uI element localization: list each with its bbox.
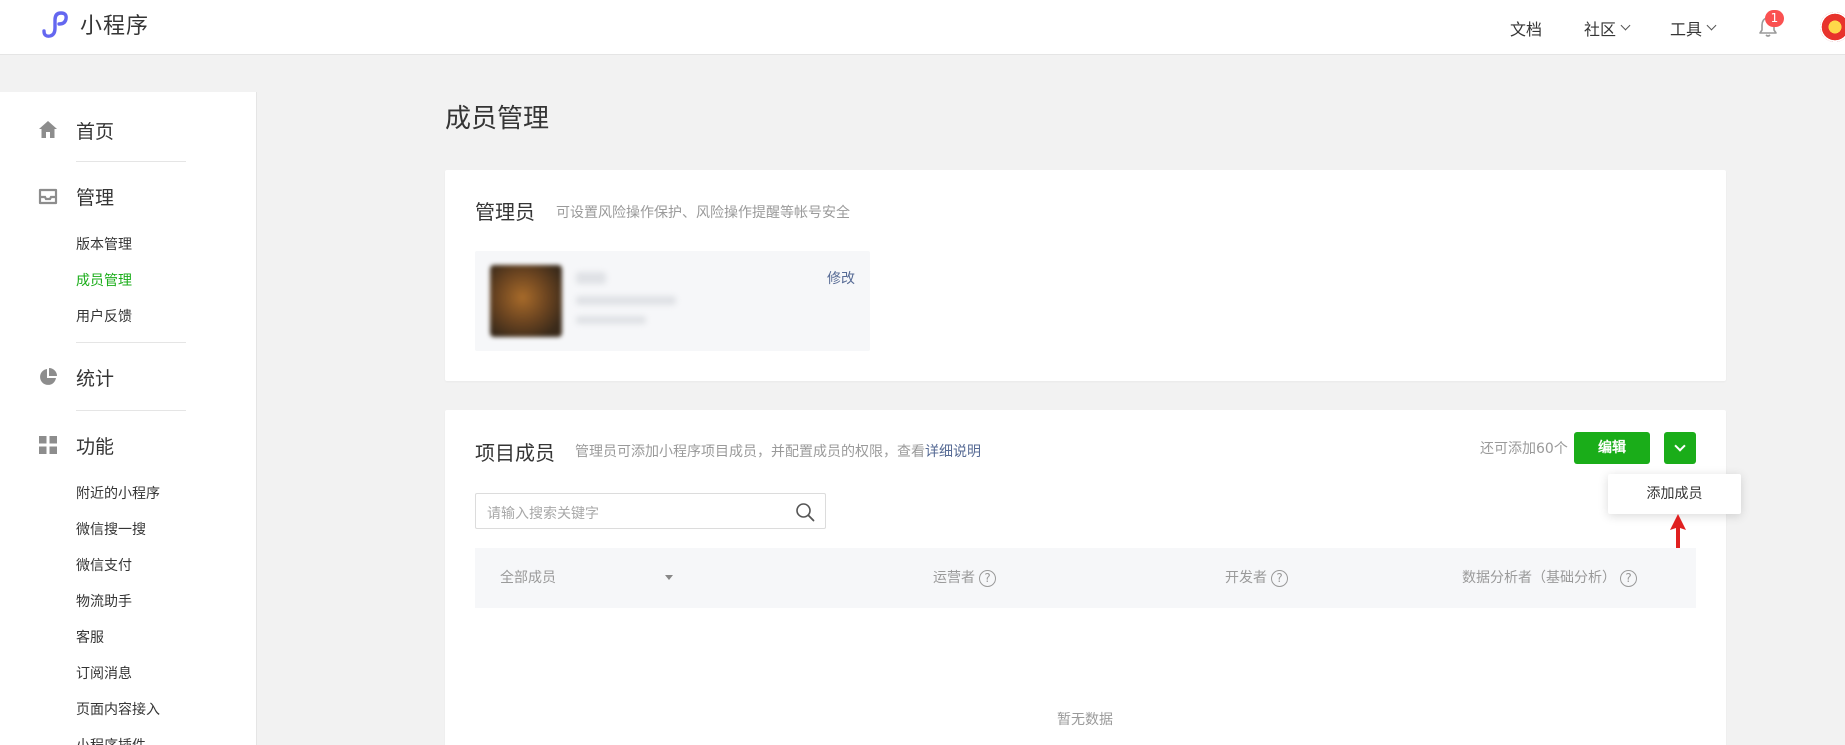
members-desc: 管理员可添加小程序项目成员，并配置成员的权限，查看详细说明 <box>575 441 981 461</box>
nav-community-label: 社区 <box>1584 19 1617 39</box>
nav-docs[interactable]: 文档 <box>1510 0 1542 55</box>
column-analyst-label: 数据分析者（基础分析） <box>1462 570 1616 586</box>
sidebar-item-subscribe[interactable]: 订阅消息 <box>76 664 132 684</box>
search-placeholder: 请输入搜索关键字 <box>487 506 599 522</box>
admin-id-blurred <box>576 296 676 305</box>
help-icon[interactable]: ? <box>979 569 996 587</box>
sidebar-item-features-label: 功能 <box>76 435 115 458</box>
members-desc-text: 管理员可添加小程序项目成员，并配置成员的权限，查看 <box>575 444 925 460</box>
column-developer: 开发者? <box>1225 548 1288 608</box>
nav-tools[interactable]: 工具 <box>1670 0 1717 55</box>
column-operator-label: 运营者 <box>933 570 975 586</box>
help-icon[interactable]: ? <box>1620 569 1637 587</box>
sidebar-item-features[interactable]: 功能 <box>0 425 257 465</box>
sidebar-item-search[interactable]: 微信搜一搜 <box>76 520 146 540</box>
sidebar: 首页 管理 版本管理 成员管理 用户反馈 统计 功能 附近的小程序 微信搜一搜 … <box>0 92 257 745</box>
caret-down-icon <box>665 575 673 580</box>
sidebar-item-home[interactable]: 首页 <box>0 110 257 150</box>
mini-program-logo-icon <box>42 11 68 38</box>
column-all-members: 全部成员 <box>500 570 556 586</box>
sidebar-item-pay[interactable]: 微信支付 <box>76 556 132 576</box>
sidebar-item-manage-label: 管理 <box>76 186 115 209</box>
column-developer-label: 开发者 <box>1225 570 1267 586</box>
help-icon[interactable]: ? <box>1271 569 1288 587</box>
filter-all-members[interactable]: 全部成员 <box>500 548 673 608</box>
chevron-down-icon <box>1620 20 1631 30</box>
more-dropdown-button[interactable] <box>1664 432 1696 464</box>
sidebar-item-stats[interactable]: 统计 <box>0 357 257 397</box>
sidebar-divider <box>76 410 186 411</box>
admin-name-blurred <box>576 272 606 284</box>
search-icon[interactable] <box>795 502 815 522</box>
sidebar-item-stats-label: 统计 <box>76 367 115 390</box>
inbox-icon <box>38 188 58 205</box>
sidebar-item-nearby[interactable]: 附近的小程序 <box>76 484 160 504</box>
edit-button[interactable]: 编辑 <box>1574 432 1650 464</box>
chevron-down-icon <box>1674 440 1686 452</box>
app-name: 小程序 <box>80 14 150 39</box>
sidebar-item-feedback[interactable]: 用户反馈 <box>76 307 132 327</box>
chevron-down-icon <box>1706 20 1717 30</box>
logo[interactable]: 小程序 <box>38 9 149 39</box>
empty-state-text: 暂无数据 <box>1057 712 1113 728</box>
members-detail-link[interactable]: 详细说明 <box>925 444 981 460</box>
top-bar: 小程序 文档 社区 工具 1 <box>0 0 1845 55</box>
notification-badge: 1 <box>1765 10 1784 27</box>
nav-community[interactable]: 社区 <box>1584 0 1631 55</box>
sidebar-divider <box>76 161 186 162</box>
nav-tools-label: 工具 <box>1670 19 1703 39</box>
members-table-header: 全部成员 运营者? 开发者? 数据分析者（基础分析）? <box>475 548 1696 608</box>
sidebar-item-manage[interactable]: 管理 <box>0 176 257 216</box>
members-title: 项目成员 <box>475 441 555 465</box>
grid-icon <box>39 436 57 454</box>
admin-desc: 可设置风险操作保护、风险操作提醒等帐号安全 <box>556 205 850 221</box>
pie-chart-icon <box>40 368 57 385</box>
admin-title: 管理员 <box>475 200 535 224</box>
page-title: 成员管理 <box>445 104 550 134</box>
sidebar-item-content[interactable]: 页面内容接入 <box>76 700 160 720</box>
admin-meta-blurred <box>576 316 646 324</box>
sidebar-item-members[interactable]: 成员管理 <box>76 271 132 291</box>
column-operator: 运营者? <box>933 548 996 608</box>
sidebar-item-version[interactable]: 版本管理 <box>76 235 132 255</box>
home-icon <box>39 121 57 138</box>
add-member-menu-item[interactable]: 添加成员 <box>1608 474 1741 514</box>
sidebar-divider <box>76 342 186 343</box>
sidebar-item-service[interactable]: 客服 <box>76 628 104 648</box>
column-analyst: 数据分析者（基础分析）? <box>1462 548 1637 608</box>
admin-avatar <box>490 265 562 337</box>
sidebar-item-home-label: 首页 <box>76 120 115 143</box>
sidebar-item-plugins[interactable]: 小程序插件 <box>76 736 146 745</box>
user-avatar[interactable] <box>1820 12 1845 42</box>
sidebar-item-logistics[interactable]: 物流助手 <box>76 592 132 612</box>
admin-edit-link[interactable]: 修改 <box>827 268 855 288</box>
member-search-input[interactable]: 请输入搜索关键字 <box>475 493 826 529</box>
nav-docs-label: 文档 <box>1510 19 1543 39</box>
remaining-count: 还可添加60个 <box>1480 441 1568 457</box>
